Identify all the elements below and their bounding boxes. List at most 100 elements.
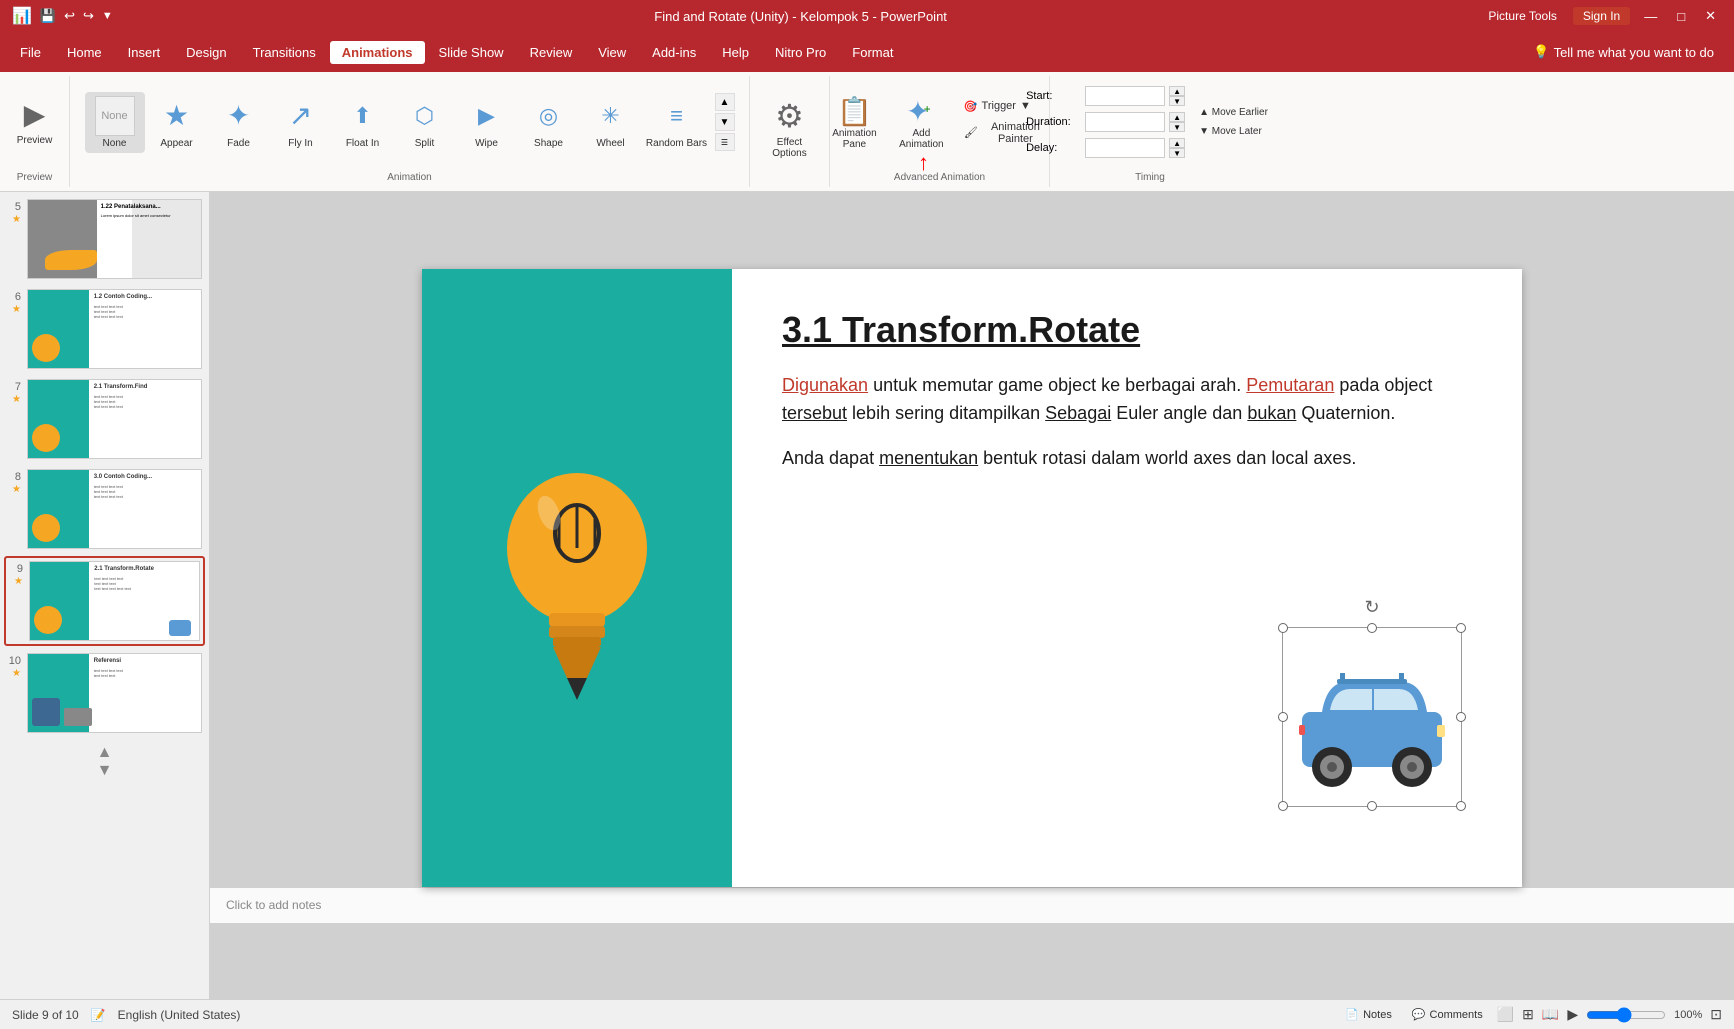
slide-img-8: 3.0 Contoh Coding... text text text text… (27, 469, 202, 549)
close-button[interactable]: ✕ (1699, 6, 1722, 26)
quick-undo[interactable]: ↩ (64, 8, 75, 24)
minimize-button[interactable]: — (1638, 7, 1663, 26)
handle-mr[interactable] (1456, 712, 1466, 722)
anim-split-btn[interactable]: ⬡ Split (395, 92, 455, 153)
menu-insert[interactable]: Insert (116, 41, 173, 64)
scroll-down-arrow[interactable]: ▼ (95, 762, 115, 780)
start-up[interactable]: ▲ (1169, 86, 1185, 96)
handle-br[interactable] (1456, 801, 1466, 811)
reading-view-icon[interactable]: 📖 (1542, 1006, 1559, 1023)
menu-nitropro[interactable]: Nitro Pro (763, 41, 838, 64)
slide-thumb-8[interactable]: 8 ★ 3.0 Contoh Coding... text text text … (4, 466, 205, 552)
slide-body: Digunakan untuk memutar game object ke b… (782, 371, 1472, 489)
slide-thumb-5[interactable]: 5 ★ 1.22 Penatalaksana... Lorem ipsum do… (4, 196, 205, 282)
fit-slide-icon[interactable]: ⊡ (1710, 1006, 1722, 1023)
timing-label: Timing (1135, 168, 1165, 183)
scroll-up-arrow[interactable]: ▲ (95, 744, 115, 762)
slide-canvas: 3.1 Transform.Rotate Digunakan untuk mem… (422, 269, 1522, 887)
menu-slideshow[interactable]: Slide Show (427, 41, 516, 64)
menu-transitions[interactable]: Transitions (241, 41, 328, 64)
delay-down[interactable]: ▼ (1169, 148, 1185, 158)
start-arrows: ▲ ▼ (1169, 86, 1185, 106)
anim-shape-btn[interactable]: ◎ Shape (519, 92, 579, 153)
anim-none-btn[interactable]: None None (85, 92, 145, 153)
slide-thumb-10[interactable]: 10 ★ Referensi text text text texttext t… (4, 650, 205, 736)
slide-thumb-6[interactable]: 6 ★ 1.2 Contoh Coding... text text text … (4, 286, 205, 372)
menu-design[interactable]: Design (174, 41, 238, 64)
menu-animations[interactable]: Animations (330, 41, 425, 64)
duration-input[interactable] (1085, 112, 1165, 132)
menu-help[interactable]: Help (710, 41, 761, 64)
handle-tm[interactable] (1367, 623, 1377, 633)
menu-view[interactable]: View (586, 41, 638, 64)
handle-bl[interactable] (1278, 801, 1288, 811)
reorder-later-btn[interactable]: ▼ Move Later (1193, 124, 1274, 139)
slide-paragraph-1: Digunakan untuk memutar game object ke b… (782, 371, 1472, 429)
effect-options-btn[interactable]: ⚙ Effect Options (755, 93, 825, 163)
menu-review[interactable]: Review (518, 41, 585, 64)
slide-thumb-7[interactable]: 7 ★ 2.1 Transform.Find text text text te… (4, 376, 205, 462)
slide-left-panel (422, 269, 732, 887)
notes-area[interactable]: Click to add notes (210, 887, 1734, 923)
handle-tr[interactable] (1456, 623, 1466, 633)
start-down[interactable]: ▼ (1169, 96, 1185, 106)
wipe-label: Wipe (475, 138, 498, 149)
effect-options-label: Effect Options (763, 137, 817, 159)
handle-bm[interactable] (1367, 801, 1377, 811)
preview-button[interactable]: ▶ Preview (5, 92, 65, 152)
rotate-handle[interactable]: ↻ (1364, 597, 1379, 618)
duration-down[interactable]: ▼ (1169, 122, 1185, 132)
reorder-earlier-btn[interactable]: ▲ Move Earlier (1193, 105, 1274, 120)
split-label: Split (415, 138, 434, 149)
duration-up[interactable]: ▲ (1169, 112, 1185, 122)
handle-ml[interactable] (1278, 712, 1288, 722)
slide-thumb-9[interactable]: 9 ★ 2.1 Transform.Rotate text text text … (4, 556, 205, 646)
spell-check-icon[interactable]: 📝 (91, 1008, 106, 1022)
menu-format[interactable]: Format (840, 41, 905, 64)
slide-num-col-9: 9 ★ (9, 561, 23, 587)
anim-fade-btn[interactable]: ✦ Fade (209, 92, 269, 153)
handle-tl[interactable] (1278, 623, 1288, 633)
delay-up[interactable]: ▲ (1169, 138, 1185, 148)
anim-wheel-btn[interactable]: ✳ Wheel (581, 92, 641, 153)
scroll-up[interactable]: ▲ (715, 93, 735, 111)
scroll-down[interactable]: ▼ (715, 113, 735, 131)
menu-bar: File Home Insert Design Transitions Anim… (0, 32, 1734, 72)
add-animation-btn[interactable]: ✦+ Add Animation (891, 91, 952, 154)
split-icon: ⬡ (405, 96, 445, 136)
animation-label: Animation (387, 168, 431, 183)
quick-save[interactable]: 💾 (40, 8, 56, 24)
menu-file[interactable]: File (8, 41, 53, 64)
fade-label: Fade (227, 138, 250, 149)
anim-randombars-btn[interactable]: ≡ Random Bars (643, 92, 711, 153)
zoom-slider[interactable] (1586, 1007, 1666, 1023)
normal-view-icon[interactable]: ⬜ (1497, 1006, 1514, 1023)
maximize-button[interactable]: □ (1671, 7, 1691, 26)
tell-me-input[interactable]: 💡 Tell me what you want to do (1521, 40, 1726, 64)
quick-redo[interactable]: ↪ (83, 8, 94, 24)
anim-flyin-btn[interactable]: ↗ Fly In (271, 92, 331, 153)
slideshow-icon[interactable]: ▶ (1567, 1006, 1578, 1023)
menu-addins[interactable]: Add-ins (640, 41, 708, 64)
notes-button[interactable]: 📄 Notes (1339, 1006, 1397, 1023)
anim-wipe-btn[interactable]: ▶ Wipe (457, 92, 517, 153)
quick-customize[interactable]: ▼ (102, 10, 113, 22)
bottom-left: Slide 9 of 10 📝 English (United States) (12, 1008, 240, 1022)
animation-pane-btn[interactable]: 📋 Animation Pane (824, 91, 885, 154)
slide-sorter-icon[interactable]: ⊞ (1522, 1006, 1534, 1023)
anim-appear-btn[interactable]: ★ Appear (147, 92, 207, 153)
start-input[interactable] (1085, 86, 1165, 106)
scroll-more[interactable]: ☰ (715, 133, 735, 151)
title-bar: 📊 💾 ↩ ↪ ▼ Find and Rotate (Unity) - Kelo… (0, 0, 1734, 32)
sign-in-button[interactable]: Sign In (1573, 7, 1630, 25)
randombars-icon: ≡ (657, 96, 697, 136)
car-container[interactable]: ↻ (1282, 627, 1462, 807)
slide-num-5: 5 (7, 199, 21, 213)
add-animation-icon: ✦+ (906, 95, 936, 128)
anim-floatin-btn[interactable]: ⬆ Float In (333, 92, 393, 153)
start-label: Start: (1026, 90, 1081, 102)
comments-button[interactable]: 💬 Comments (1406, 1006, 1489, 1023)
menu-home[interactable]: Home (55, 41, 114, 64)
delay-input[interactable] (1085, 138, 1165, 158)
none-icon: None (95, 96, 135, 136)
